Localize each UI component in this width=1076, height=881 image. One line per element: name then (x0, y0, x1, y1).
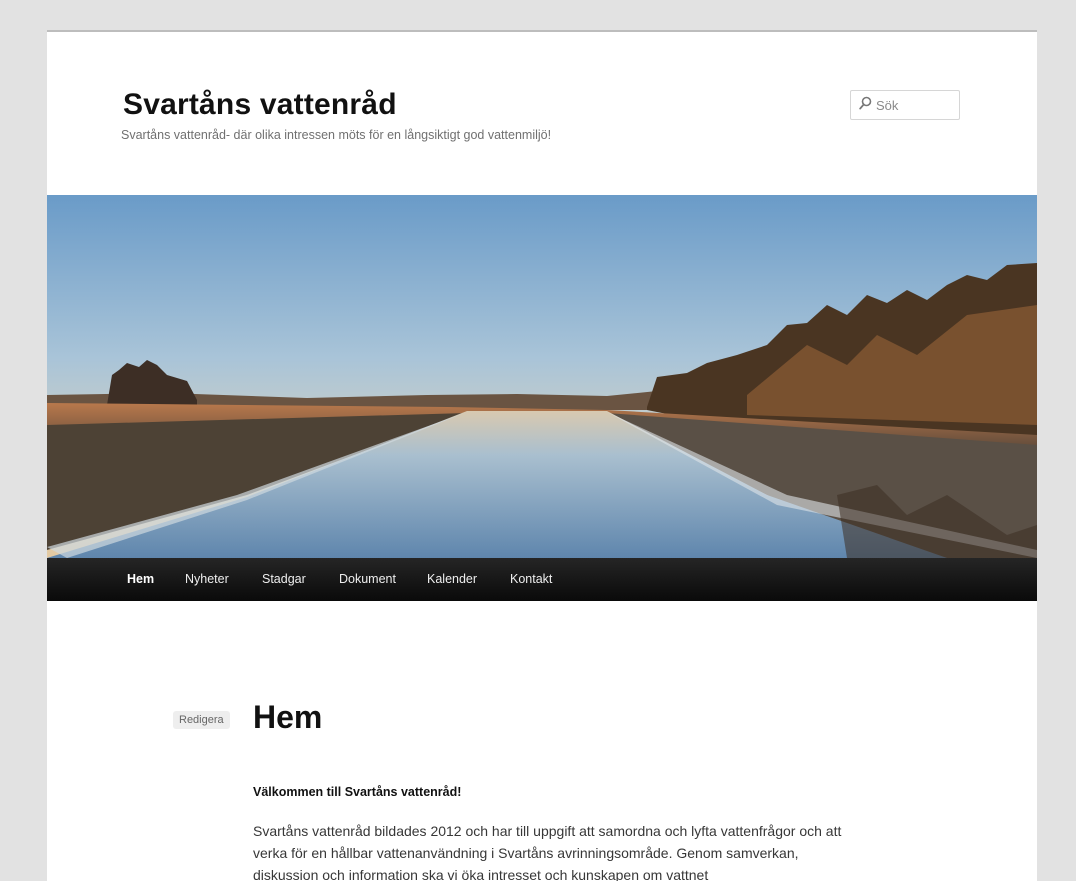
welcome-heading: Välkommen till Svartåns vattenråd! (253, 785, 462, 799)
search-input[interactable] (876, 97, 956, 113)
page-container: Svartåns vattenråd Svartåns vattenråd- d… (47, 30, 1037, 881)
edit-link[interactable]: Redigera (173, 711, 230, 729)
search-icon (859, 96, 872, 115)
nav-item-nyheter[interactable]: Nyheter (185, 572, 229, 586)
nav-item-kalender[interactable]: Kalender (427, 572, 477, 586)
intro-paragraph: Svartåns vattenråd bildades 2012 och har… (253, 823, 842, 881)
nav-item-hem[interactable]: Hem (127, 572, 154, 586)
site-title[interactable]: Svartåns vattenråd (123, 88, 397, 122)
banner-image (47, 195, 1037, 558)
main-navigation: Hem Nyheter Stadgar Dokument Kalender Ko… (47, 558, 1037, 601)
nav-item-stadgar[interactable]: Stadgar (262, 572, 306, 586)
search-box[interactable] (850, 90, 960, 120)
site-description: Svartåns vattenråd- där olika intressen … (121, 128, 552, 142)
page-title: Hem (253, 699, 323, 735)
nav-item-kontakt[interactable]: Kontakt (510, 572, 552, 586)
nav-item-dokument[interactable]: Dokument (339, 572, 396, 586)
